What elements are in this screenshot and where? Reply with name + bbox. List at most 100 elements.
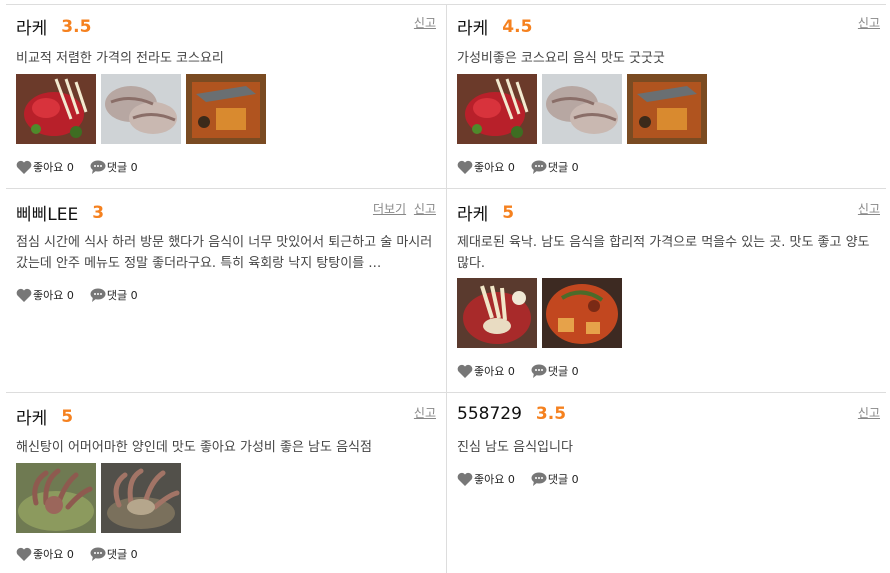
comment-count: 0 [130, 547, 138, 561]
review-score: 3 [92, 202, 105, 223]
like-button[interactable]: 좋아요 0 [457, 159, 515, 175]
review-card: 라케 3.5 신고 비교적 저렴한 가격의 전라도 코스요리 좋아요 0 댓글 … [0, 4, 446, 188]
report-link[interactable]: 신고 [414, 406, 436, 420]
report-link[interactable]: 신고 [858, 406, 880, 420]
review-actions: 신고 [410, 14, 436, 31]
like-count: 0 [66, 547, 74, 561]
review-actions: 더보기 신고 [369, 200, 436, 217]
comment-count: 0 [571, 472, 579, 486]
raw-beef-dish-photo[interactable] [457, 74, 537, 144]
review-text: 제대로된 육낙. 남도 음식을 합리적 가격으로 먹을수 있는 곳. 맛도 좋고… [457, 235, 870, 271]
raw-beef-octopus-photo[interactable] [457, 278, 537, 348]
like-button[interactable]: 좋아요 0 [16, 159, 74, 175]
review-photos [457, 278, 622, 348]
like-button[interactable]: 좋아요 0 [16, 287, 74, 303]
abalone-octopus-photo[interactable] [101, 463, 181, 533]
like-count: 0 [66, 160, 74, 174]
heart-icon [16, 547, 32, 561]
braised-seafood-stew-photo[interactable] [542, 278, 622, 348]
like-button[interactable]: 좋아요 0 [16, 546, 74, 562]
braised-fish-dish-photo[interactable] [627, 74, 707, 144]
octopus-soup-photo[interactable] [16, 463, 96, 533]
review-actions: 신고 [410, 404, 436, 421]
like-button[interactable]: 좋아요 0 [457, 363, 515, 379]
review-photos [16, 74, 266, 144]
comment-button[interactable]: 댓글 0 [531, 363, 579, 379]
comment-label: 댓글 [547, 365, 569, 378]
review-score: 4.5 [502, 16, 533, 37]
raw-beef-dish-photo[interactable] [16, 74, 96, 144]
comment-label: 댓글 [106, 161, 128, 174]
review-photos [457, 74, 707, 144]
review-author: 라케 [457, 205, 489, 225]
comment-count: 0 [130, 288, 138, 302]
more-link[interactable]: 더보기 [373, 202, 406, 216]
review-author: 라케 [16, 409, 48, 429]
like-button[interactable]: 좋아요 0 [457, 471, 515, 487]
review-footer: 좋아요 0 댓글 0 [457, 159, 595, 175]
review-footer: 좋아요 0 댓글 0 [16, 546, 154, 562]
review-score: 5 [61, 406, 74, 427]
report-link[interactable]: 신고 [858, 16, 880, 30]
comment-icon [90, 288, 106, 302]
review-header: 라케 3.5 [16, 14, 436, 40]
report-link[interactable]: 신고 [858, 202, 880, 216]
comment-label: 댓글 [547, 161, 569, 174]
like-label: 좋아요 [474, 365, 505, 378]
comment-icon [90, 160, 106, 174]
review-text: 진심 남도 음식입니다 [457, 440, 573, 455]
review-card: 라케 5 신고 제대로된 육낙. 남도 음식을 합리적 가격으로 먹을수 있는 … [441, 188, 890, 392]
like-count: 0 [66, 288, 74, 302]
report-link[interactable]: 신고 [414, 202, 436, 216]
review-header: 라케 4.5 [457, 14, 880, 40]
review-header: 558729 3.5 [457, 404, 880, 424]
like-count: 0 [507, 364, 515, 378]
comment-icon [531, 364, 547, 378]
report-link[interactable]: 신고 [414, 16, 436, 30]
review-photos [16, 463, 181, 533]
review-author: 558729 [457, 404, 522, 424]
review-footer: 좋아요 0 댓글 0 [457, 363, 595, 379]
boiled-pork-slices-photo[interactable] [542, 74, 622, 144]
comment-button[interactable]: 댓글 0 [90, 546, 138, 562]
review-card: 라케 5 신고 해신탕이 어머어마한 양인데 맛도 좋아요 가성비 좋은 남도 … [0, 392, 446, 573]
comment-label: 댓글 [106, 289, 128, 302]
comment-icon [531, 160, 547, 174]
like-count: 0 [507, 472, 515, 486]
like-label: 좋아요 [474, 473, 505, 486]
braised-fish-dish-photo[interactable] [186, 74, 266, 144]
review-score: 3.5 [535, 404, 567, 424]
review-card: 558729 3.5 신고 진심 남도 음식입니다 좋아요 0 댓글 0 [441, 392, 890, 573]
review-text: 비교적 저렴한 가격의 전라도 코스요리 [16, 51, 224, 66]
comment-button[interactable]: 댓글 0 [90, 159, 138, 175]
heart-icon [457, 364, 473, 378]
like-label: 좋아요 [33, 289, 64, 302]
comment-count: 0 [571, 364, 579, 378]
review-actions: 신고 [854, 14, 880, 31]
heart-icon [16, 160, 32, 174]
review-text: 해신탕이 어머어마한 양인데 맛도 좋아요 가성비 좋은 남도 음식점 [16, 440, 372, 455]
review-footer: 좋아요 0 댓글 0 [16, 287, 154, 303]
like-label: 좋아요 [33, 161, 64, 174]
comment-button[interactable]: 댓글 0 [90, 287, 138, 303]
like-label: 좋아요 [33, 548, 64, 561]
comment-label: 댓글 [547, 473, 569, 486]
review-card: 삐삐LEE 3 더보기 신고 점심 시간에 식사 하러 방문 했다가 음식이 너… [0, 188, 446, 392]
heart-icon [16, 288, 32, 302]
comment-icon [90, 547, 106, 561]
review-card: 라케 4.5 신고 가성비좋은 코스요리 음식 맛도 굿굿굿 좋아요 0 댓글 … [441, 4, 890, 188]
review-actions: 신고 [854, 200, 880, 217]
review-text: 점심 시간에 식사 하러 방문 했다가 음식이 너무 맛있어서 퇴근하고 술 마… [16, 235, 433, 271]
review-score: 3.5 [61, 16, 92, 37]
review-text: 가성비좋은 코스요리 음식 맛도 굿굿굿 [457, 51, 665, 66]
review-header: 라케 5 [16, 404, 436, 430]
comment-button[interactable]: 댓글 0 [531, 471, 579, 487]
comment-button[interactable]: 댓글 0 [531, 159, 579, 175]
review-header: 라케 5 [457, 200, 880, 226]
review-footer: 좋아요 0 댓글 0 [16, 159, 154, 175]
review-actions: 신고 [854, 404, 880, 421]
heart-icon [457, 472, 473, 486]
review-grid: 라케 3.5 신고 비교적 저렴한 가격의 전라도 코스요리 좋아요 0 댓글 … [0, 0, 890, 573]
review-score: 5 [502, 202, 515, 223]
boiled-pork-slices-photo[interactable] [101, 74, 181, 144]
